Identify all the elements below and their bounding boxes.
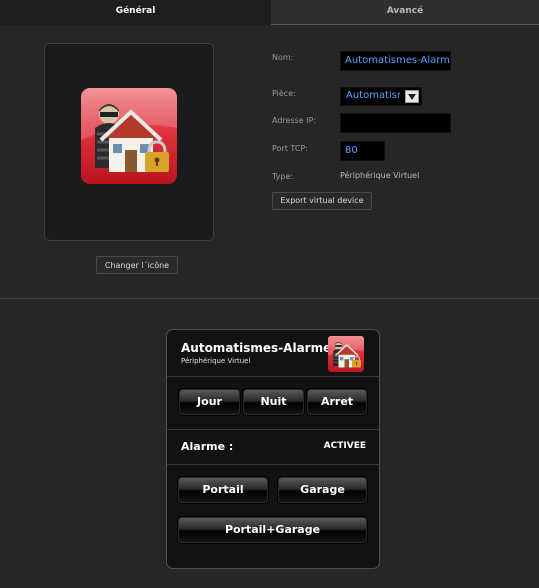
mode-nuit-button[interactable]: Nuit — [243, 389, 304, 415]
tab-general[interactable]: Général — [0, 0, 271, 25]
icon-preview-panel — [44, 43, 214, 241]
alarm-status-label: Alarme : — [181, 440, 234, 453]
port-label: Port TCP: — [272, 144, 308, 153]
mode-jour-button[interactable]: Jour — [179, 389, 240, 415]
type-label: Type: — [272, 172, 294, 181]
name-label: Nom: — [272, 53, 294, 62]
widget-separator — [167, 376, 379, 377]
alarm-status-value: ACTIVEE — [323, 441, 366, 451]
portail-button[interactable]: Portail — [178, 477, 268, 503]
tab-advanced[interactable]: Avancé — [271, 0, 539, 25]
mode-arret-button[interactable]: Arret — [307, 389, 367, 415]
type-value: Périphérique Virtuel — [340, 171, 420, 180]
room-select[interactable]: Automatismes — [340, 87, 422, 106]
room-label: Pièce: — [272, 89, 296, 98]
widget-title: Automatismes-Alarme — [181, 341, 332, 355]
port-field[interactable]: 80 — [340, 141, 385, 161]
garage-button[interactable]: Garage — [278, 477, 367, 503]
widget-subtitle: Périphérique Virtuel — [181, 357, 251, 365]
chevron-down-icon[interactable] — [405, 90, 419, 103]
tab-bar: Général Avancé — [0, 0, 539, 26]
house-alarm-thief-icon — [81, 88, 177, 184]
widget-device-icon — [328, 336, 364, 372]
export-virtual-device-button[interactable]: Export virtual device — [272, 192, 372, 210]
widget-separator — [167, 464, 379, 465]
section-divider — [0, 298, 539, 299]
ip-field[interactable] — [340, 113, 451, 133]
portail-garage-button[interactable]: Portail+Garage — [178, 517, 367, 543]
widget-separator — [167, 429, 379, 430]
device-widget: Automatismes-Alarme Périphérique Virtuel… — [166, 329, 380, 569]
name-field[interactable]: Automatismes-Alarme — [340, 51, 451, 71]
room-select-value: Automatismes — [346, 90, 400, 101]
ip-label: Adresse IP: — [272, 116, 317, 125]
change-icon-button[interactable]: Changer l´icône — [96, 256, 178, 274]
